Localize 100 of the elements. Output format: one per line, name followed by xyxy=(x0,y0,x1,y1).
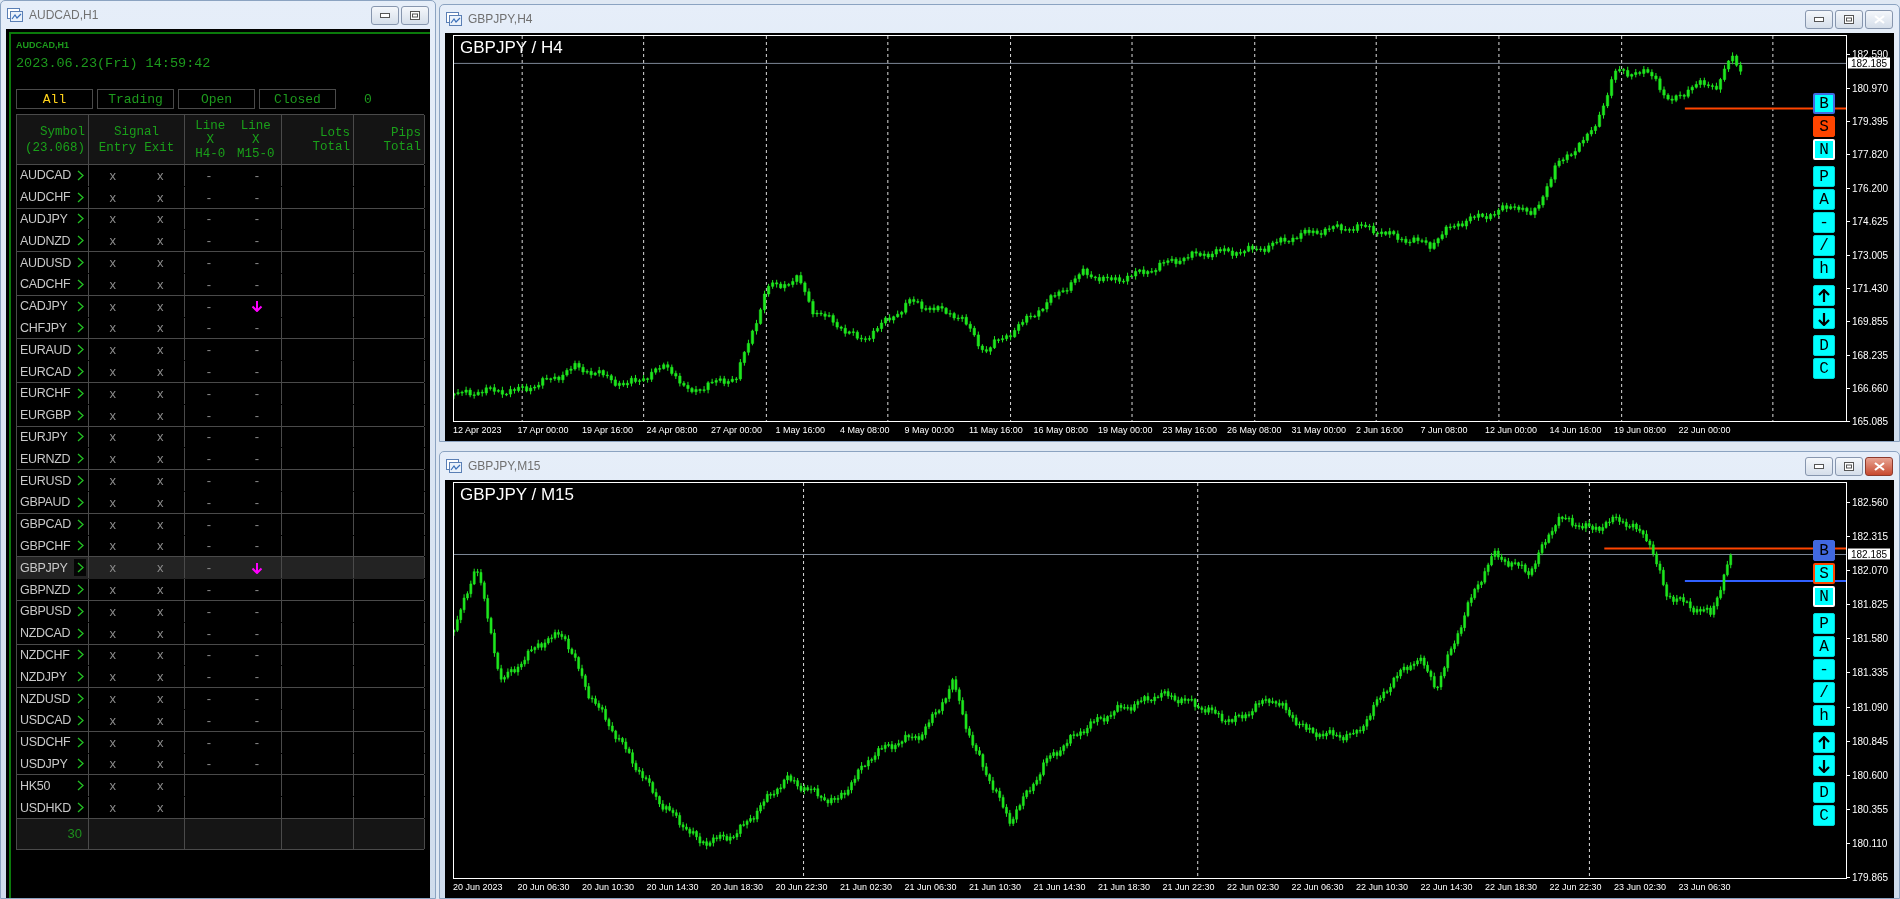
tool-button[interactable]: h xyxy=(1813,705,1835,726)
arrow-down-button[interactable] xyxy=(1813,755,1835,776)
tool-button[interactable]: S xyxy=(1813,116,1835,137)
close-button[interactable] xyxy=(1865,456,1893,476)
axis-label: 181.825 xyxy=(1852,598,1889,610)
tool-button[interactable]: N xyxy=(1813,586,1835,607)
table-cell-text: x xyxy=(156,233,165,249)
table-cell-text: - xyxy=(253,647,261,663)
axis-label: 11 May 16:00 xyxy=(969,425,1024,435)
axis-label: 22 Jun 18:30 xyxy=(1485,882,1539,892)
tool-button[interactable]: - xyxy=(1813,212,1835,233)
table-row[interactable]: NZDJPY x x - - xyxy=(17,666,424,689)
tool-button[interactable]: / xyxy=(1813,682,1835,703)
filter-tab[interactable]: Closed xyxy=(259,89,336,109)
table-cell: NZDJPY xyxy=(20,669,67,684)
table-row[interactable]: GBPCHF x x - - xyxy=(17,535,424,558)
tool-button[interactable]: C xyxy=(1813,805,1835,826)
tool-button[interactable]: A xyxy=(1813,636,1835,657)
table-row[interactable]: AUDCAD x x - - xyxy=(17,165,424,187)
filter-tab[interactable]: Trading xyxy=(97,89,174,109)
restore-button[interactable] xyxy=(401,5,429,25)
table-row[interactable]: NZDCAD x x - - xyxy=(17,622,424,645)
arrow-down-button[interactable] xyxy=(1813,308,1835,329)
table-cell-text: x xyxy=(156,255,165,271)
table-cell-text: x xyxy=(108,429,117,445)
tool-button[interactable]: - xyxy=(1813,659,1835,680)
table-cell-text: x xyxy=(156,582,165,598)
table-cell: HK50 xyxy=(20,778,51,793)
minimize-button[interactable] xyxy=(1805,9,1833,29)
arrow-up-icon xyxy=(1818,288,1830,303)
table-cell: CHFJPY xyxy=(20,320,67,335)
axis-label: 21 Jun 06:30 xyxy=(904,882,958,892)
table-row[interactable]: EURCAD x x - - xyxy=(17,361,424,383)
chevron-right-icon xyxy=(76,671,84,683)
table-row[interactable]: GBPAUD x x - - xyxy=(17,491,424,514)
axis-label: 181.335 xyxy=(1852,666,1889,678)
chevron-right-icon xyxy=(76,475,84,487)
table-cell-text: x xyxy=(108,538,117,554)
table-row[interactable]: CHFJPY x x - - xyxy=(17,317,424,340)
tool-button[interactable]: B xyxy=(1813,540,1835,561)
arrow-up-button[interactable] xyxy=(1813,732,1835,753)
table-row[interactable]: AUDNZD x x - - xyxy=(17,230,424,253)
tool-button[interactable]: N xyxy=(1813,139,1835,160)
table-cell: GBPJPY xyxy=(20,560,68,575)
chevron-right-icon xyxy=(76,758,84,770)
minimize-button[interactable] xyxy=(371,5,399,25)
filter-tab[interactable]: Open xyxy=(178,89,255,109)
minimize-button[interactable] xyxy=(1805,456,1833,476)
table-cell-text: x xyxy=(108,800,117,815)
table-row[interactable]: GBPCAD x x - - xyxy=(17,513,424,536)
tool-button[interactable]: D xyxy=(1813,782,1835,803)
arrow-up-button[interactable] xyxy=(1813,285,1835,306)
restore-button[interactable] xyxy=(1835,456,1863,476)
table-row[interactable]: EURGBP x x - - xyxy=(17,404,424,427)
table-cell-text: - xyxy=(253,625,261,641)
table-cell-text: - xyxy=(253,364,261,380)
table-cell-text: - xyxy=(205,211,213,227)
table-row[interactable]: USDCAD x x - - xyxy=(17,709,424,732)
chart-window-icon xyxy=(446,459,462,473)
table-row[interactable]: CADJPY x x - xyxy=(17,295,424,318)
panel-caption: AUDCAD,H1 xyxy=(16,40,69,50)
table-cell-text: - xyxy=(253,582,261,598)
table-row[interactable]: USDCHF x x - - xyxy=(17,731,424,754)
axis-label: 22 Jun 10:30 xyxy=(1356,882,1410,892)
tool-button[interactable]: B xyxy=(1813,93,1835,114)
table-row[interactable]: EURNZD x x - - xyxy=(17,448,424,471)
axis-label: 17 Apr 00:00 xyxy=(517,425,570,435)
axis-label: 20 Jun 06:30 xyxy=(517,882,571,892)
table-row[interactable]: AUDUSD x x - - xyxy=(17,252,424,274)
axis-label: 20 Jun 14:30 xyxy=(646,882,700,892)
table-row[interactable]: USDJPY x x - - xyxy=(17,753,424,776)
table-row[interactable]: GBPNZD x x - - xyxy=(17,579,424,601)
restore-button[interactable] xyxy=(1835,9,1863,29)
axis-label: 176.200 xyxy=(1852,182,1889,194)
table-row[interactable]: AUDCHF x x - - xyxy=(17,186,424,209)
tool-button[interactable]: P xyxy=(1813,166,1835,187)
tool-button[interactable]: D xyxy=(1813,335,1835,356)
table-cell: EURCAD xyxy=(20,364,71,379)
tool-button[interactable]: S xyxy=(1813,563,1835,584)
tool-button[interactable]: P xyxy=(1813,613,1835,634)
table-cell: USDHKD xyxy=(20,800,71,815)
table-cell-text: x xyxy=(108,451,117,467)
tool-button[interactable]: / xyxy=(1813,235,1835,256)
tool-button[interactable]: A xyxy=(1813,189,1835,210)
open-chart-button[interactable] xyxy=(74,559,86,577)
axis-label: 23 May 16:00 xyxy=(1162,425,1219,435)
tool-button[interactable]: h xyxy=(1813,258,1835,279)
table-row[interactable]: USDHKD x x xyxy=(17,797,424,819)
arrow-down-icon xyxy=(251,300,263,313)
table-row[interactable]: GBPUSD x x - - xyxy=(17,600,424,623)
filter-tab[interactable]: All xyxy=(16,89,93,109)
table-row[interactable]: CADCHF x x - - xyxy=(17,274,424,296)
table-cell-text: - xyxy=(253,320,261,336)
table-cell-text: - xyxy=(205,734,213,750)
table-cell-text: - xyxy=(253,167,261,183)
table-row[interactable]: AUDJPY x x - - xyxy=(17,208,424,231)
tool-button[interactable]: C xyxy=(1813,358,1835,379)
table-row[interactable]: GBPJPY x x - xyxy=(17,557,424,580)
chevron-right-icon xyxy=(76,496,84,508)
chevron-right-icon xyxy=(76,780,84,792)
